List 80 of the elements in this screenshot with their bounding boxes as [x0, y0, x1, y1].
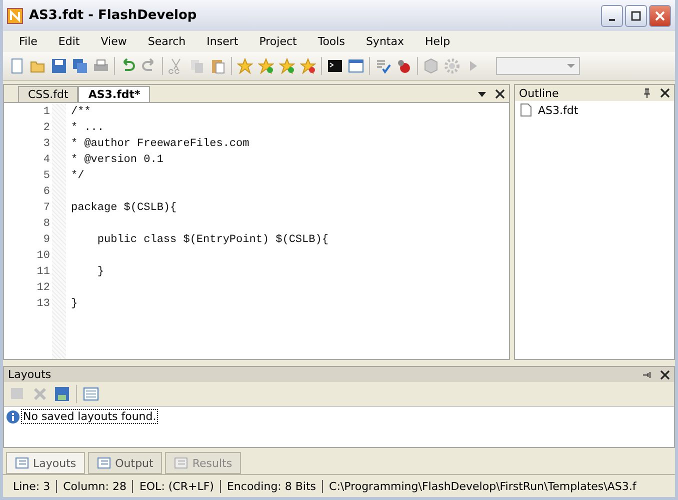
code-line: /** — [71, 106, 91, 118]
menu-item[interactable]: Tools — [308, 34, 356, 49]
pin-icon[interactable] — [642, 370, 652, 380]
status-text: Line: 3 — [12, 480, 52, 492]
line-number: 4 — [42, 153, 50, 168]
minimize-button[interactable] — [601, 4, 623, 26]
code-line: */ — [71, 170, 84, 182]
star-back-icon[interactable] — [279, 58, 295, 74]
info-icon — [6, 410, 20, 424]
code-line: * @version 0.1 — [71, 154, 164, 166]
pin-icon[interactable] — [642, 88, 652, 98]
status-text: C:\Programming\FlashDevelop\FirstRun\Templates\AS3.f — [322, 480, 642, 492]
star-clear-icon[interactable] — [300, 58, 316, 74]
outline-item[interactable]: AS3.fdt — [538, 104, 578, 116]
menu-item[interactable]: Insert — [196, 34, 250, 49]
caret-icon — [567, 64, 575, 68]
panel-title: Outline — [519, 86, 559, 100]
line-number: 3 — [42, 137, 50, 152]
close-icon — [655, 10, 665, 20]
maximize-icon — [631, 10, 641, 20]
line-number: 9 — [42, 233, 50, 248]
code-line: * @author FreewareFiles.com — [71, 138, 250, 150]
save-icon[interactable] — [54, 386, 70, 402]
minimize-icon — [609, 18, 615, 20]
code-line: } — [96, 266, 104, 278]
menu-item[interactable]: Syntax — [356, 34, 415, 49]
code-line: * ... — [71, 122, 104, 134]
status-text: Column: 28 — [56, 480, 132, 492]
window-title: AS3.fdt - FlashDevelop — [29, 8, 197, 23]
save-icon[interactable] — [51, 58, 67, 74]
line-number: 10 — [36, 249, 50, 264]
app-logo-icon — [7, 8, 23, 24]
status-text: Encoding: 8 Bits — [220, 480, 322, 492]
panel-icon — [174, 456, 188, 470]
save-all-icon[interactable] — [72, 58, 88, 74]
close-icon[interactable] — [660, 370, 670, 380]
line-number: 13 — [36, 297, 50, 312]
menu-item[interactable]: View — [90, 34, 138, 49]
star-icon[interactable] — [237, 58, 253, 74]
terminal-icon[interactable] — [327, 58, 343, 74]
list-icon[interactable] — [83, 386, 99, 402]
dropdown-icon[interactable] — [477, 89, 487, 99]
menu-item[interactable]: Help — [414, 34, 462, 49]
check-icon[interactable] — [375, 58, 391, 74]
close-button[interactable] — [649, 4, 671, 26]
close-icon[interactable] — [495, 89, 505, 99]
panel-icon — [97, 456, 112, 470]
line-number: 12 — [36, 281, 50, 296]
line-number: 2 — [42, 121, 50, 136]
debug-icon[interactable] — [396, 58, 412, 74]
window-icon[interactable] — [348, 58, 364, 74]
line-number: 8 — [42, 217, 50, 232]
paste-icon[interactable] — [210, 58, 226, 74]
code-line: package $(CSLB){ — [71, 202, 177, 214]
line-number: 1 — [42, 105, 50, 120]
star-forward-icon[interactable] — [258, 58, 274, 74]
print-icon[interactable] — [93, 58, 109, 74]
empty-message[interactable]: No saved layouts found. — [21, 409, 158, 424]
maximize-button[interactable] — [625, 4, 647, 26]
line-number: 7 — [42, 201, 50, 216]
panel-icon — [15, 456, 29, 470]
line-number: 6 — [42, 185, 50, 200]
menu-item[interactable]: Search — [138, 34, 197, 49]
panel-tab[interactable]: Output — [88, 452, 162, 474]
code-line: } — [71, 298, 78, 310]
new-file-icon[interactable] — [9, 58, 25, 74]
code-line: public class $(EntryPoint) $(CSLB){ — [96, 234, 328, 246]
panel-tab[interactable]: Layouts — [6, 452, 86, 474]
cube-icon[interactable] — [423, 58, 439, 74]
line-number: 5 — [42, 169, 50, 184]
file-icon — [520, 103, 532, 117]
editor-tab[interactable]: AS3.fdt* — [78, 86, 150, 102]
status-text: EOL: (CR+LF) — [132, 480, 220, 492]
menu-item[interactable]: File — [9, 34, 48, 49]
menu-item[interactable]: Project — [249, 34, 308, 49]
line-number: 11 — [36, 265, 50, 280]
menu-item[interactable]: Edit — [48, 34, 91, 49]
close-icon[interactable] — [660, 88, 670, 98]
panel-title: Layouts — [8, 368, 52, 381]
editor-tab[interactable]: CSS.fdt — [18, 86, 78, 102]
